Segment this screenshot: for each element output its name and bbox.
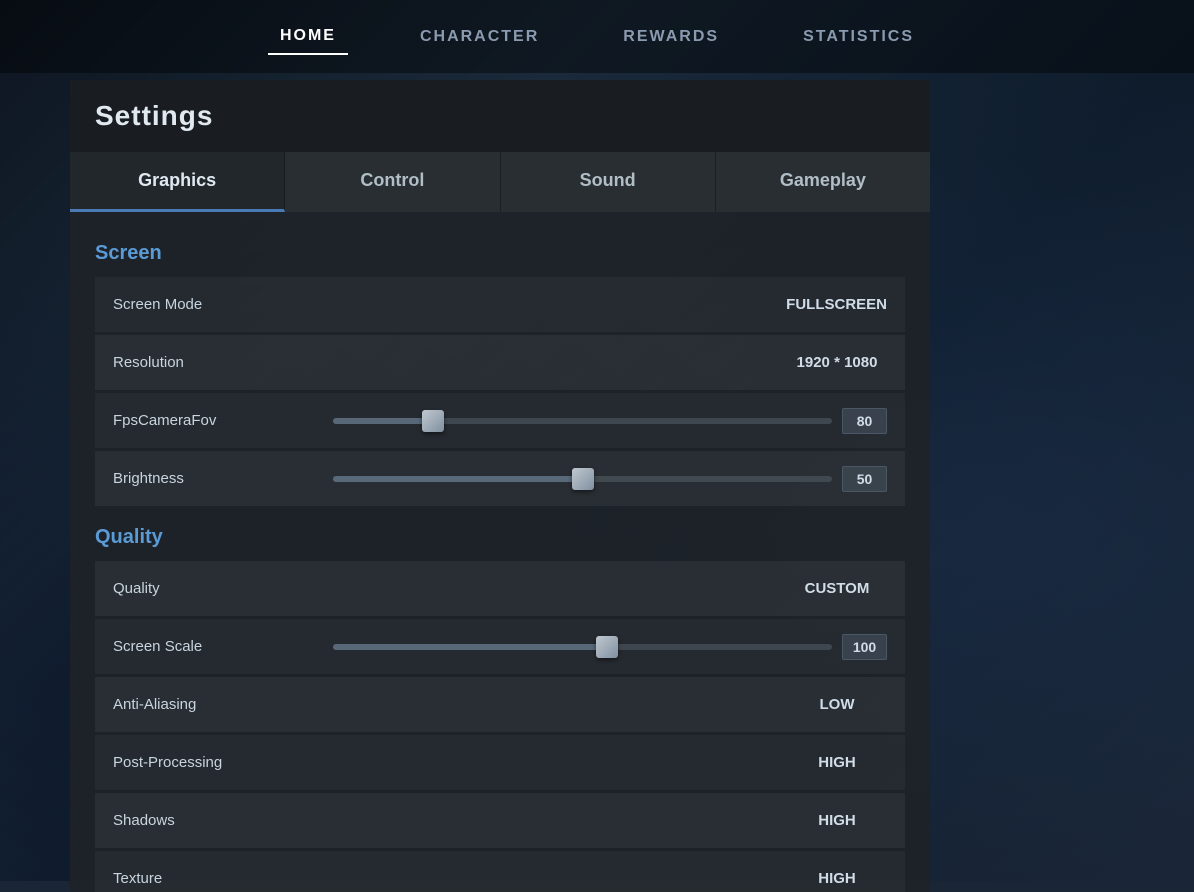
label-brightness: Brightness: [113, 470, 313, 487]
slider-thumb-brightness[interactable]: [572, 468, 594, 490]
label-texture: Texture: [113, 870, 313, 887]
slider-brightness[interactable]: 50: [333, 466, 887, 492]
label-post-processing: Post-Processing: [113, 754, 313, 771]
nav-statistics[interactable]: STATISTICS: [791, 20, 926, 54]
nav-home[interactable]: HOME: [268, 19, 348, 55]
tab-control[interactable]: Control: [285, 152, 500, 212]
row-screen-scale: Screen Scale 100: [95, 619, 905, 674]
label-fps-camera-fov: FpsCameraFov: [113, 412, 313, 429]
settings-tabs: Graphics Control Sound Gameplay: [70, 152, 930, 212]
top-navigation: HOME CHARACTER REWARDS STATISTICS: [0, 0, 1194, 73]
label-anti-aliasing: Anti-Aliasing: [113, 696, 313, 713]
row-quality: Quality CUSTOM: [95, 561, 905, 616]
row-screen-mode: Screen Mode FULLSCREEN: [95, 277, 905, 332]
tab-gameplay[interactable]: Gameplay: [716, 152, 930, 212]
slider-fill-fps: [333, 418, 433, 424]
slider-value-fps: 80: [842, 408, 887, 434]
section-quality-heading: Quality: [95, 526, 905, 549]
row-post-processing: Post-Processing HIGH: [95, 735, 905, 790]
value-screen-mode[interactable]: FULLSCREEN: [786, 296, 887, 313]
slider-screen-scale[interactable]: 100: [333, 634, 887, 660]
label-screen-scale: Screen Scale: [113, 638, 313, 655]
slider-track-brightness: [333, 476, 832, 482]
row-texture: Texture HIGH: [95, 851, 905, 892]
row-anti-aliasing: Anti-Aliasing LOW: [95, 677, 905, 732]
value-quality[interactable]: CUSTOM: [787, 580, 887, 597]
slider-track-screen-scale: [333, 644, 832, 650]
settings-panel: Settings Graphics Control Sound Gameplay…: [70, 80, 930, 892]
slider-thumb-fps[interactable]: [422, 410, 444, 432]
value-anti-aliasing[interactable]: LOW: [787, 696, 887, 713]
right-panel-decorative: [930, 80, 1194, 881]
row-shadows: Shadows HIGH: [95, 793, 905, 848]
row-fps-camera-fov: FpsCameraFov 80: [95, 393, 905, 448]
label-resolution: Resolution: [113, 354, 313, 371]
label-quality: Quality: [113, 580, 313, 597]
settings-content: Screen Screen Mode FULLSCREEN Resolution…: [70, 212, 930, 892]
slider-fps-camera-fov[interactable]: 80: [333, 408, 887, 434]
nav-rewards[interactable]: REWARDS: [611, 20, 731, 54]
value-post-processing[interactable]: HIGH: [787, 754, 887, 771]
section-screen-heading: Screen: [95, 242, 905, 265]
tab-graphics[interactable]: Graphics: [70, 152, 285, 212]
slider-value-brightness: 50: [842, 466, 887, 492]
nav-character[interactable]: CHARACTER: [408, 20, 551, 54]
slider-fill-brightness: [333, 476, 583, 482]
value-shadows[interactable]: HIGH: [787, 812, 887, 829]
value-resolution[interactable]: 1920 * 1080: [787, 354, 887, 371]
settings-title: Settings: [95, 100, 905, 132]
slider-track-fps: [333, 418, 832, 424]
row-brightness: Brightness 50: [95, 451, 905, 506]
slider-thumb-screen-scale[interactable]: [596, 636, 618, 658]
label-shadows: Shadows: [113, 812, 313, 829]
label-screen-mode: Screen Mode: [113, 296, 313, 313]
slider-value-screen-scale: 100: [842, 634, 887, 660]
slider-fill-screen-scale: [333, 644, 607, 650]
settings-header: Settings: [70, 80, 930, 152]
value-texture[interactable]: HIGH: [787, 870, 887, 887]
row-resolution: Resolution 1920 * 1080: [95, 335, 905, 390]
tab-sound[interactable]: Sound: [501, 152, 716, 212]
